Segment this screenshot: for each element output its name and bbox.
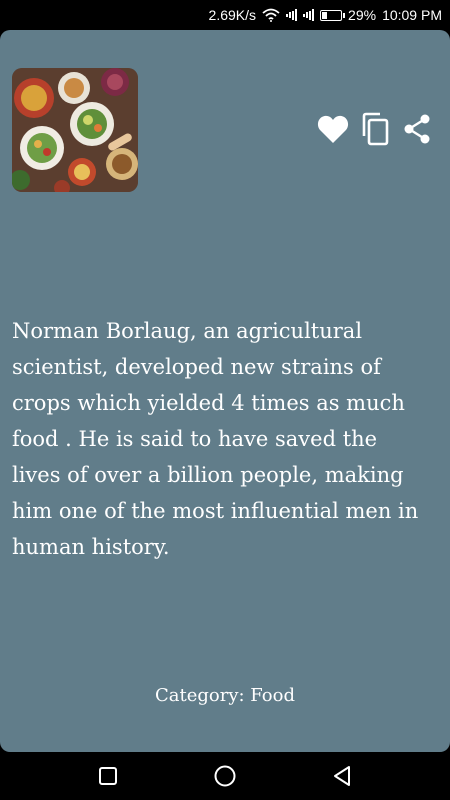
status-bar: 2.69K/s 29% 10:09 PM [0,0,450,30]
signal-icon [303,9,315,21]
battery-icon [320,9,346,21]
recents-button[interactable] [88,756,128,796]
action-toolbar [316,112,434,146]
network-speed: 2.69K/s [208,7,257,23]
wifi-icon [262,8,280,22]
food-platter-image [12,68,138,192]
fact-text: Norman Borlaug, an agricultural scientis… [12,319,419,559]
battery-percent: 29% [348,7,377,23]
clock: 10:09 PM [382,7,442,23]
copy-icon[interactable] [358,112,392,146]
back-button[interactable] [322,756,362,796]
fact-card: Norman Borlaug, an agricultural scientis… [0,30,450,752]
home-button[interactable] [205,756,245,796]
category-label: Category: Food [154,685,295,706]
navigation-bar [0,752,450,800]
share-icon[interactable] [400,112,434,146]
signal-icon [286,9,298,21]
favorite-icon[interactable] [316,112,350,146]
